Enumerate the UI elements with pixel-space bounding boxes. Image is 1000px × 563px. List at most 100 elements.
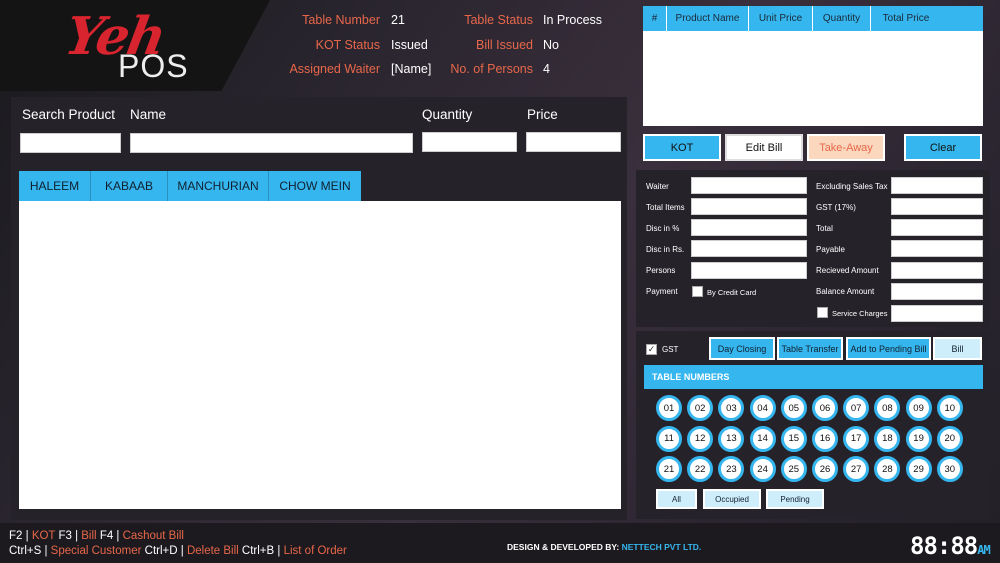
excl-tax-input[interactable] [891,177,983,194]
take-away-button[interactable]: Take-Away [807,134,885,161]
gst-amount-input[interactable] [891,198,983,215]
clear-button[interactable]: Clear [904,134,982,161]
tab-kabaab[interactable]: KABAAB [91,171,168,201]
shortcut-special-customer[interactable]: Special Customer [51,545,142,557]
kot-button[interactable]: KOT [643,134,721,161]
product-grid[interactable] [19,201,621,509]
table-16-button[interactable]: 16 [812,425,838,452]
table-19-button[interactable]: 19 [905,425,932,452]
credits: DESIGN & DEVELOPED BY: NETTECH PVT LTD. [507,542,701,552]
table-01-button[interactable]: 01 [656,395,682,421]
table-29-button[interactable]: 29 [905,456,932,482]
table-status-label: Table Status [464,13,533,27]
persons-input[interactable] [691,262,807,279]
key-f2: F2 [9,530,23,542]
table-26-button[interactable]: 26 [812,456,838,482]
gst-checkbox[interactable]: ✓ [646,344,657,355]
balance-input[interactable] [891,283,983,300]
clock-ampm: AM [977,543,990,557]
assigned-waiter-label: Assigned Waiter [289,62,380,76]
table-14-button[interactable]: 14 [749,425,776,452]
total-items-input[interactable] [691,198,807,215]
persons-value: 4 [543,62,550,76]
assigned-waiter-value: [Name] [391,62,432,76]
table-17-button[interactable]: 17 [843,425,870,452]
tab-manchurian[interactable]: MANCHURIAN [168,171,269,201]
key-ctrl-d: Ctrl+D [144,545,178,557]
tab-chow-mein[interactable]: CHOW MEIN [269,171,361,201]
table-30-button[interactable]: 30 [936,456,963,482]
persons-field-label: Persons [646,266,676,275]
credit-card-checkbox[interactable] [692,286,703,297]
table-02-button[interactable]: 02 [687,395,714,421]
table-transfer-button[interactable]: Table Transfer [777,337,843,360]
add-pending-bill-button[interactable]: Add to Pending Bill [846,337,931,360]
shortcut-cashout[interactable]: Cashout Bill [123,530,184,542]
payable-input[interactable] [891,240,983,257]
edit-bill-button[interactable]: Edit Bill [725,134,803,161]
bill-button[interactable]: Bill [933,337,982,360]
table-27-button[interactable]: 27 [843,456,870,482]
table-06-button[interactable]: 06 [812,395,838,421]
table-21-button[interactable]: 21 [656,456,682,482]
filter-occupied-button[interactable]: Occupied [703,489,761,509]
day-closing-button[interactable]: Day Closing [709,337,775,360]
table-12-button[interactable]: 12 [687,425,714,452]
col-index: # [643,6,667,31]
table-15-button[interactable]: 15 [780,425,807,452]
shortcut-bill[interactable]: Bill [81,530,96,542]
table-number-label: Table Number [302,13,380,27]
gst-amount-label: GST (17%) [816,203,856,212]
service-charges-label: Service Charges [832,309,888,318]
col-product-name: Product Name [667,6,749,31]
tab-haleem[interactable]: HALEEM [19,171,91,201]
table-18-button[interactable]: 18 [874,425,901,452]
received-input[interactable] [891,262,983,279]
digital-clock: 88:88AM [910,532,991,560]
shortcut-list-of-order[interactable]: List of Order [284,545,347,557]
filter-pending-button[interactable]: Pending [766,489,824,509]
key-f4: F4 [99,530,114,542]
payable-label: Payable [816,245,845,254]
bill-issued-value: No [543,38,559,52]
persons-label: No. of Persons [450,62,533,76]
price-label: Price [527,107,558,122]
table-20-button[interactable]: 20 [936,425,963,452]
filter-all-button[interactable]: All [656,489,697,509]
service-charges-checkbox[interactable] [817,307,828,318]
table-07-button[interactable]: 07 [843,395,870,421]
disc-rs-input[interactable] [691,240,807,257]
key-f3: F3 [58,530,72,542]
table-13-button[interactable]: 13 [718,425,745,452]
service-charges-input[interactable] [891,305,983,322]
shortcuts-line-1: F2 | KOT F3 | Bill F4 | Cashout Bill [9,530,184,542]
table-25-button[interactable]: 25 [780,456,807,482]
quantity-label: Quantity [422,107,473,122]
order-table[interactable]: # Product Name Unit Price Quantity Total… [643,6,983,126]
table-24-button[interactable]: 24 [749,456,776,482]
table-05-button[interactable]: 05 [780,395,807,421]
balance-label: Balance Amount [816,287,875,296]
shortcut-delete-bill[interactable]: Delete Bill [187,545,239,557]
total-label: Total [816,224,833,233]
table-09-button[interactable]: 09 [905,395,932,421]
table-11-button[interactable]: 11 [656,425,682,452]
total-items-label: Total Items [646,203,685,212]
quantity-input[interactable] [422,132,517,152]
disc-pct-input[interactable] [691,219,807,236]
name-label: Name [130,107,167,122]
shortcut-kot[interactable]: KOT [32,530,55,542]
name-input[interactable] [130,133,413,153]
table-10-button[interactable]: 10 [936,395,963,421]
search-product-input[interactable] [20,133,121,153]
total-input[interactable] [891,219,983,236]
col-quantity: Quantity [813,6,871,31]
order-table-header: # Product Name Unit Price Quantity Total… [643,6,983,31]
gst-toggle-label: GST [662,345,679,354]
bill-issued-label: Bill Issued [476,38,533,52]
waiter-input[interactable] [691,177,807,194]
table-04-button[interactable]: 04 [749,395,776,421]
table-number-value: 21 [391,13,405,27]
table-22-button[interactable]: 22 [687,456,714,482]
price-input[interactable] [526,132,621,152]
